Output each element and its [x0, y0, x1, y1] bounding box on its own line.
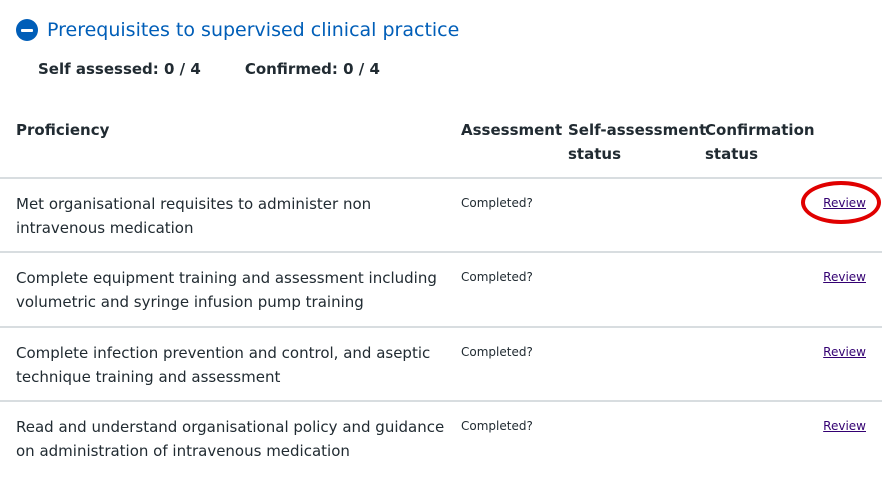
proficiency-text-line: Complete infection prevention and contro… [16, 344, 431, 362]
proficiency-text-line: technique training and assessment [16, 368, 281, 386]
column-header-assessment: Assessment [461, 121, 563, 139]
proficiency-text-line: Read and understand organisational polic… [16, 418, 445, 436]
proficiency-text-line: intravenous medication [16, 219, 194, 237]
progress-summary: Self assessed: 0 / 4 Confirmed: 0 / 4 [38, 60, 424, 78]
proficiency-text-line: Met organisational requisites to adminis… [16, 195, 372, 213]
table-row: Read and understand organisational polic… [0, 415, 882, 485]
assessment-cell: Completed? [461, 270, 533, 284]
column-header-line: Self-assessment [568, 121, 707, 139]
proficiency-cell: Met organisational requisites to adminis… [16, 192, 446, 240]
confirmed-count: Confirmed: 0 / 4 [244, 60, 380, 78]
proficiency-text-line: volumetric and syringe infusion pump tra… [16, 293, 364, 311]
review-link[interactable]: Review [823, 195, 866, 211]
proficiency-cell: Complete equipment training and assessme… [16, 266, 446, 314]
column-header-line: status [568, 145, 621, 163]
review-link[interactable]: Review [823, 344, 866, 360]
review-link[interactable]: Review [823, 269, 866, 285]
row-divider [0, 251, 882, 253]
proficiency-text-line: on administration of intravenous medicat… [16, 442, 350, 460]
assessment-cell: Completed? [461, 419, 533, 433]
proficiency-cell: Complete infection prevention and contro… [16, 341, 446, 389]
column-header-line: status [705, 145, 758, 163]
row-divider [0, 400, 882, 402]
proficiency-text-line: Complete equipment training and assessme… [16, 269, 437, 287]
assessment-cell: Completed? [461, 345, 533, 359]
column-header-confirmation-status: Confirmation status [705, 118, 815, 166]
assessment-cell: Completed? [461, 196, 533, 210]
row-divider [0, 326, 882, 328]
column-header-line: Confirmation [705, 121, 815, 139]
proficiency-cell: Read and understand organisational polic… [16, 415, 446, 463]
section-title[interactable]: Prerequisites to supervised clinical pra… [47, 17, 459, 43]
row-divider [0, 177, 882, 179]
column-header-self-assessment-status: Self-assessment status [568, 118, 706, 166]
self-assessed-count: Self assessed: 0 / 4 [38, 60, 201, 78]
column-header-proficiency: Proficiency [16, 121, 110, 139]
section-toggle[interactable]: Prerequisites to supervised clinical pra… [16, 17, 459, 43]
minus-circle-icon[interactable] [16, 19, 38, 41]
review-link[interactable]: Review [823, 418, 866, 434]
